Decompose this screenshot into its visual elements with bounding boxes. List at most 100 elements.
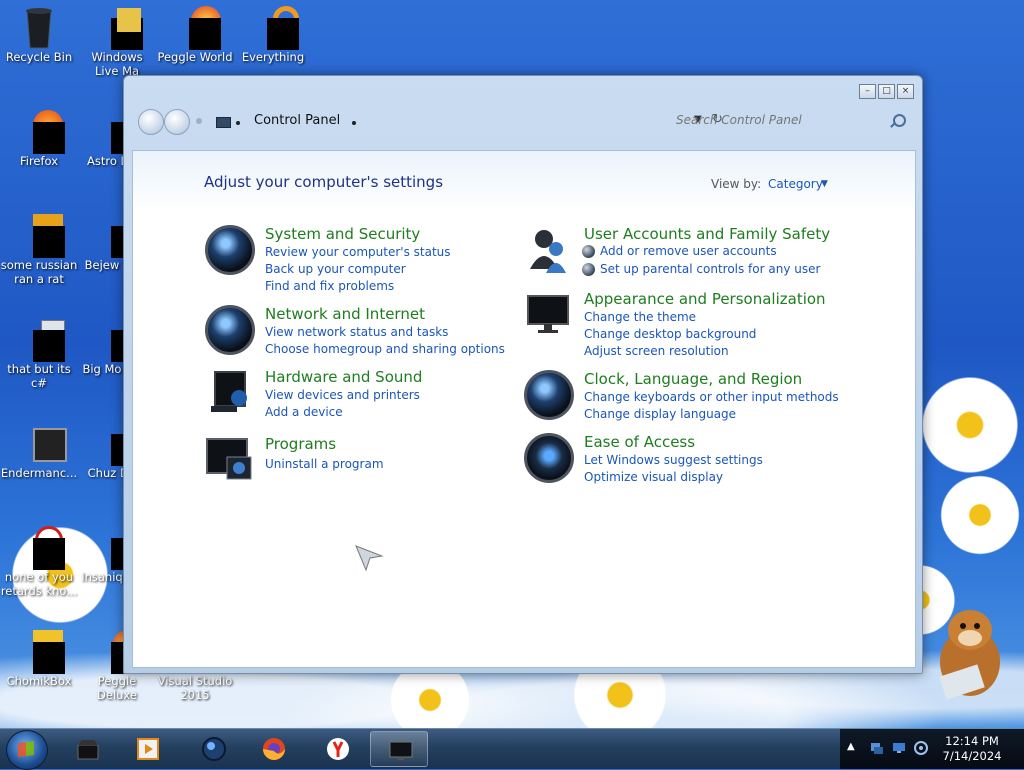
page-title: Adjust your computer's settings — [204, 173, 444, 191]
media-player-icon — [137, 738, 159, 760]
category-link[interactable]: Set up parental controls for any user — [600, 262, 820, 276]
category-link[interactable]: Change keyboards or other input methods — [584, 390, 839, 404]
chomikbox-icon — [19, 630, 65, 674]
category-title[interactable]: Ease of Access — [584, 433, 695, 451]
category-link[interactable]: Change display language — [584, 407, 736, 421]
globe-icon — [582, 245, 595, 258]
category-link[interactable]: Find and fix problems — [265, 279, 394, 293]
category-title[interactable]: Appearance and Personalization — [584, 290, 826, 308]
desktop-icon-none-of-you[interactable]: none of you retards kno... — [0, 526, 78, 598]
taskbar: ▲ 12:14 PM 7/14/2024 — [0, 728, 1024, 770]
desktop-icon-russian-rat[interactable]: some russian ran a rat — [0, 214, 78, 286]
category-link[interactable]: Let Windows suggest settings — [584, 453, 763, 467]
minimize-button[interactable]: – — [859, 84, 876, 99]
recycle-bin-icon — [19, 6, 59, 49]
wallpaper-daisy — [935, 470, 1024, 560]
category-title[interactable]: User Accounts and Family Safety — [584, 225, 830, 243]
search-icon[interactable] — [893, 114, 906, 127]
control-panel-small-icon — [216, 117, 231, 128]
yandex-icon — [327, 738, 349, 760]
programs-icon — [206, 438, 252, 480]
appearance-personalization-icon — [527, 295, 569, 333]
documents-icon — [19, 318, 65, 362]
desktop-icon-that-but-its-csharp[interactable]: that but its c# — [0, 318, 78, 390]
clock-date: 7/14/2024 — [942, 749, 1002, 763]
address-bar[interactable]: Control Panel ▼ ↻ — [206, 109, 723, 133]
category-link[interactable]: View devices and printers — [265, 388, 420, 402]
category-link[interactable]: Adjust screen resolution — [584, 344, 729, 358]
back-button[interactable] — [138, 109, 164, 135]
category-title[interactable]: System and Security — [265, 225, 420, 243]
desktop-icon-peggle-world[interactable]: Peggle World — [156, 6, 234, 64]
taskbar-clock[interactable]: 12:14 PM 7/14/2024 — [936, 734, 1008, 764]
category-link[interactable]: Add a device — [265, 405, 343, 419]
close-button[interactable]: × — [897, 84, 914, 99]
user-accounts-icon — [530, 230, 566, 273]
category-link[interactable]: Back up your computer — [265, 262, 406, 276]
control-panel-content: Adjust your computer's settings View by:… — [132, 150, 916, 668]
system-tray: ▲ 12:14 PM 7/14/2024 — [840, 729, 1024, 769]
wallpaper-daisy — [915, 370, 1024, 480]
category-link[interactable]: Review your computer's status — [265, 245, 451, 259]
explorer-icon — [77, 740, 99, 760]
taskbar-app-media-player[interactable] — [118, 731, 176, 767]
desktop-icon-endermanch[interactable]: Endermanc... — [0, 422, 78, 480]
category-title[interactable]: Clock, Language, and Region — [584, 370, 802, 388]
ease-of-access-icon — [524, 433, 574, 483]
category-link[interactable]: Change desktop background — [584, 327, 756, 341]
breadcrumb-separator[interactable] — [236, 121, 240, 125]
category-link[interactable]: Change the theme — [584, 310, 696, 324]
clock-language-region-icon — [524, 370, 574, 420]
hamster-decoration-icon — [939, 610, 1000, 700]
globe-icon — [582, 263, 595, 276]
file-icon — [19, 214, 65, 258]
display-tray-icon[interactable] — [892, 741, 906, 755]
view-by-dropdown[interactable]: Category — [768, 177, 823, 191]
taskbar-app-yandex[interactable] — [308, 731, 366, 767]
window-controls: – □ × — [859, 84, 914, 99]
category-link[interactable]: Choose homegroup and sharing options — [265, 342, 505, 356]
show-hidden-icons-icon[interactable]: ▲ — [847, 741, 855, 752]
taskbar-app-control-panel[interactable] — [370, 731, 428, 767]
control-panel-window: – □ × Control Panel ▼ ↻ Adjust your comp… — [123, 75, 923, 674]
search-input[interactable] — [672, 109, 896, 131]
clock-time: 12:14 PM — [945, 734, 999, 748]
hardware-sound-icon — [211, 371, 247, 412]
desktop-icon-recycle-bin[interactable]: Recycle Bin — [0, 6, 78, 64]
taskbar-app-firefox[interactable] — [244, 731, 302, 767]
globe-icon — [202, 737, 226, 761]
category-title[interactable]: Network and Internet — [265, 305, 425, 323]
taskbar-app-explorer[interactable] — [58, 731, 116, 767]
category-title[interactable]: Programs — [265, 435, 336, 453]
category-link[interactable]: Add or remove user accounts — [600, 244, 777, 258]
search-box[interactable] — [672, 109, 912, 133]
firefox-icon — [19, 110, 65, 154]
breadcrumb-control-panel[interactable]: Control Panel — [254, 113, 340, 128]
category-link[interactable]: Optimize visual display — [584, 470, 723, 484]
navigation-bar: Control Panel ▼ ↻ — [134, 104, 912, 138]
system-security-icon — [205, 225, 255, 275]
app-icon — [19, 526, 65, 570]
desktop-icon-everything[interactable]: Everything — [234, 6, 312, 64]
mouse-cursor-icon — [355, 545, 384, 572]
desktop-icon-firefox[interactable]: Firefox — [0, 110, 78, 168]
category-link[interactable]: Uninstall a program — [265, 457, 384, 471]
control-panel-icon — [389, 741, 413, 760]
desktop-icon-windows-live[interactable]: Windows Live Ma — [78, 6, 156, 78]
peggle-world-icon — [175, 6, 221, 50]
recent-pages-button[interactable] — [196, 118, 202, 124]
category-link[interactable]: View network status and tasks — [265, 325, 448, 339]
maximize-button[interactable]: □ — [878, 84, 895, 99]
volume-tray-icon[interactable] — [914, 741, 928, 755]
windows-live-icon — [97, 6, 143, 50]
chevron-down-icon[interactable]: ▼ — [821, 179, 828, 189]
taskbar-app-globe[interactable] — [184, 731, 242, 767]
network-tray-icon[interactable] — [870, 741, 884, 755]
everything-icon — [253, 6, 299, 50]
start-button[interactable] — [6, 730, 48, 770]
category-title[interactable]: Hardware and Sound — [265, 368, 422, 386]
desktop-icon-chomikbox[interactable]: ChomikBox — [0, 630, 78, 688]
breadcrumb-separator[interactable] — [352, 121, 356, 125]
forward-button[interactable] — [164, 109, 190, 135]
window-app-icon — [19, 422, 67, 462]
